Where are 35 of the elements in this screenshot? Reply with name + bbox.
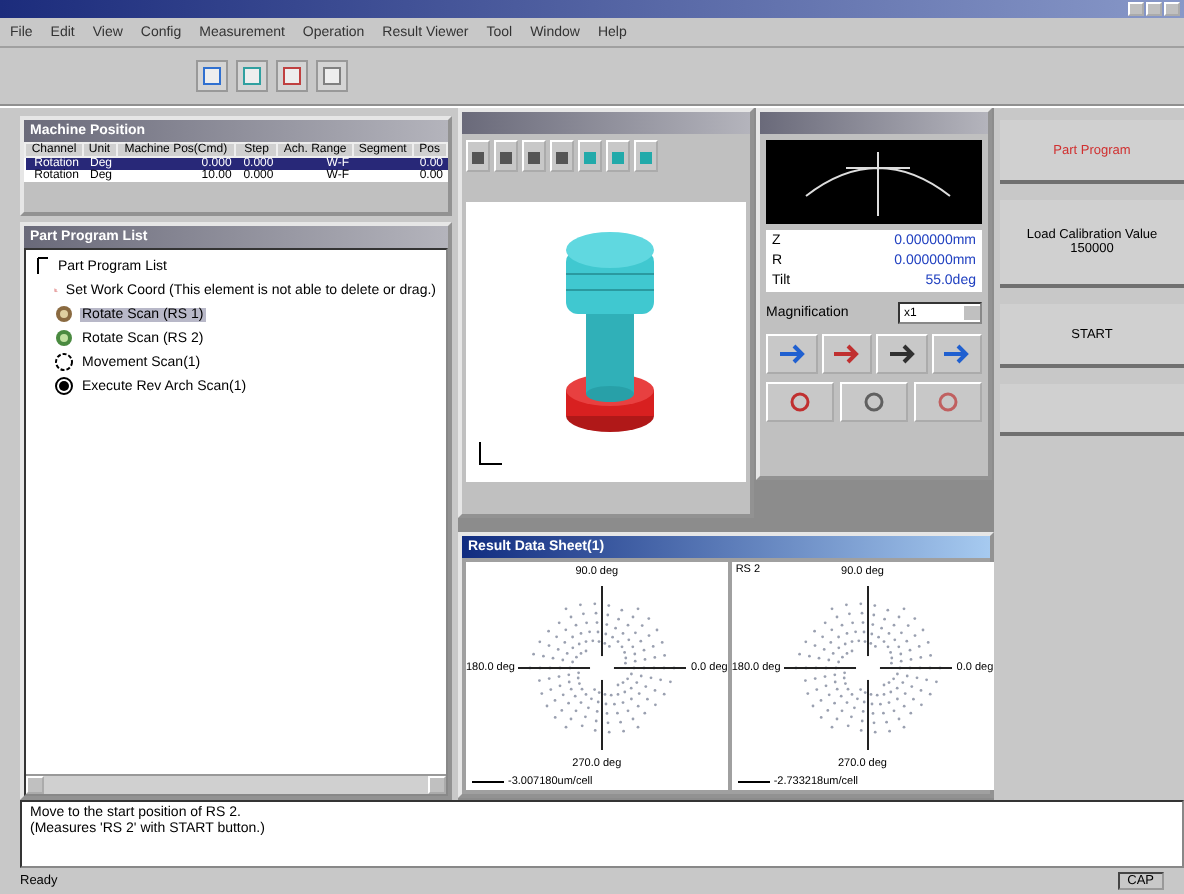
arrow-icon — [942, 342, 971, 366]
target-icon — [54, 376, 74, 396]
gadget-icon — [862, 390, 886, 414]
blank-button[interactable] — [1000, 384, 1184, 436]
view-tool-button[interactable] — [466, 140, 490, 172]
motion-button[interactable] — [876, 334, 927, 374]
axis-triad-icon — [474, 438, 506, 470]
arrow-icon — [887, 342, 916, 366]
close-button[interactable] — [1164, 2, 1180, 16]
horizontal-scrollbar[interactable] — [26, 774, 446, 794]
gadget-icon — [936, 390, 960, 414]
function-button[interactable] — [766, 382, 834, 422]
function-button[interactable] — [914, 382, 982, 422]
list-root-icon — [34, 256, 50, 276]
motion-button[interactable] — [931, 334, 982, 374]
arrow-icon — [777, 342, 806, 366]
scroll-right-button[interactable] — [428, 776, 446, 794]
motion-button[interactable] — [821, 334, 872, 374]
view-tool-button[interactable] — [522, 140, 546, 172]
arrow-icon — [832, 342, 861, 366]
toolbar-button[interactable] — [236, 60, 268, 92]
motion-button[interactable] — [766, 334, 817, 374]
function-button[interactable] — [840, 382, 908, 422]
dashed-circle-icon — [54, 352, 74, 372]
minimize-button[interactable] — [1128, 2, 1144, 16]
scroll-left-button[interactable] — [26, 776, 44, 794]
toolbar-button[interactable] — [196, 60, 228, 92]
view-tool-button[interactable] — [550, 140, 574, 172]
view-tool-button[interactable] — [494, 140, 518, 172]
scale-bar-icon — [737, 778, 770, 786]
toolbar-button[interactable] — [316, 60, 348, 92]
gadget-icon — [788, 390, 812, 414]
maximize-button[interactable] — [1146, 2, 1162, 16]
scale-bar-icon — [472, 778, 504, 786]
toolbar-button[interactable] — [276, 60, 308, 92]
